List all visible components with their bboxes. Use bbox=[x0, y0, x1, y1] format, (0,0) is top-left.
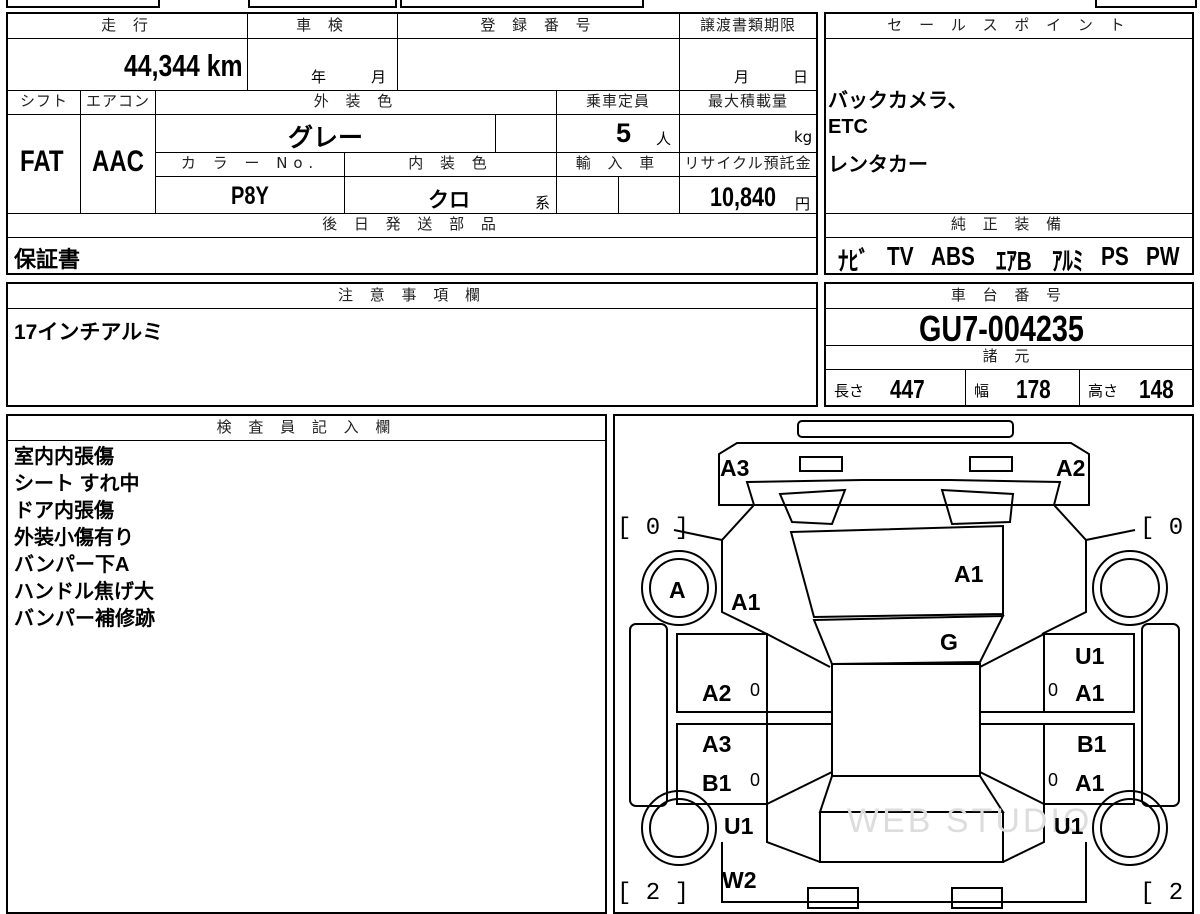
equipment-item: ｱﾙﾐ bbox=[1051, 246, 1083, 276]
transfer-deadline-label: 譲渡書類期限 bbox=[699, 16, 796, 34]
recycle-unit: 円 bbox=[795, 195, 811, 213]
top-strip bbox=[0, 0, 1200, 8]
shift-label: シフト bbox=[19, 92, 68, 110]
mark-right-rear-door-2: A1 bbox=[1075, 770, 1105, 796]
exterior-color-value: グレー bbox=[288, 124, 364, 152]
bracket-front-right: [ 0 ] bbox=[1140, 515, 1192, 542]
max-load-label: 最大積載量 bbox=[707, 92, 788, 110]
recycle-value: 10,840 bbox=[710, 182, 777, 212]
inspector-box: 検 査 員 記 入 欄 室内内張傷 シート すれ中 ドア内張傷 外装小傷有り バ… bbox=[6, 414, 607, 914]
inspector-notes: 室内内張傷 シート すれ中 ドア内張傷 外装小傷有り バンパー下A ハンドル焦げ… bbox=[14, 444, 155, 633]
later-parts-label: 後 日 発 送 部 品 bbox=[322, 215, 502, 233]
inspector-label: 検 査 員 記 入 欄 bbox=[216, 418, 397, 436]
inspector-line: ドア内張傷 bbox=[14, 500, 114, 522]
notes-box: 注 意 事 項 欄 17インチアルミ bbox=[6, 282, 818, 407]
door-mark: 0 bbox=[1048, 680, 1058, 700]
damage-diagram-box: WEB STUDIO [ 0 ] [ 0 ] [ 2 ] [ 2 ] A3 A2… bbox=[613, 414, 1194, 914]
sales-point-line: レンタカー bbox=[828, 154, 928, 176]
mark-front-left-corner: A3 bbox=[720, 455, 749, 481]
door-mark: 0 bbox=[750, 770, 760, 790]
mark-windshield: G bbox=[940, 629, 958, 655]
mark-left-front-door: A2 bbox=[702, 680, 731, 706]
inspector-line: バンパー補修跡 bbox=[14, 608, 155, 630]
mark-right-front-door-1: U1 bbox=[1075, 643, 1105, 669]
mark-rear: W2 bbox=[722, 867, 757, 893]
transfer-month-unit: 月 bbox=[734, 68, 750, 86]
capacity-unit: 人 bbox=[656, 130, 672, 148]
equipment-item: TV bbox=[887, 241, 915, 271]
inspection-month-unit: 月 bbox=[371, 68, 387, 86]
interior-color-label: 内 装 色 bbox=[408, 154, 493, 172]
exterior-color-label: 外 装 色 bbox=[313, 92, 399, 110]
sales-points-label: セ ー ル ス ポ イ ン ト bbox=[887, 16, 1131, 34]
bracket-rear-left: [ 2 ] bbox=[617, 880, 689, 907]
genuine-equipment-label: 純 正 装 備 bbox=[950, 215, 1068, 233]
height-value: 148 bbox=[1139, 374, 1174, 404]
equipment-item: PS bbox=[1100, 241, 1129, 271]
inspector-line: シート すれ中 bbox=[14, 473, 140, 495]
equipment-item: ｴｱB bbox=[996, 246, 1033, 276]
inspector-line: バンパー下A bbox=[14, 554, 130, 576]
inspector-line: ハンドル焦げ大 bbox=[14, 581, 154, 603]
mark-right-quarter: U1 bbox=[1054, 813, 1084, 839]
width-label: 幅 bbox=[974, 382, 990, 400]
ac-value: AAC bbox=[92, 145, 144, 178]
odometer-value: 44,344 km bbox=[124, 48, 243, 83]
width-value: 178 bbox=[1016, 374, 1051, 404]
length-value: 447 bbox=[890, 374, 925, 404]
equipment-list: ﾅﾋﾞ TV ABS ｴｱB ｱﾙﾐ PS PW bbox=[838, 241, 1188, 278]
sales-points-box: セ ー ル ス ポ イ ン ト バックカメラ、 ETC レンタカー 純 正 装 … bbox=[824, 12, 1194, 278]
recycle-label: リサイクル預託金 bbox=[684, 154, 812, 172]
inspection-label: 車 検 bbox=[296, 16, 349, 34]
transfer-day-unit: 日 bbox=[793, 68, 809, 86]
equipment-item: ﾅﾋﾞ bbox=[838, 246, 870, 276]
chassis-value: GU7-004235 bbox=[919, 308, 1084, 349]
mark-left-quarter: U1 bbox=[724, 813, 754, 839]
interior-color-suffix: 系 bbox=[535, 194, 551, 212]
inspection-year-unit: 年 bbox=[311, 68, 327, 86]
odometer-label: 走 行 bbox=[101, 16, 154, 34]
mark-front-right-corner: A2 bbox=[1056, 455, 1085, 481]
chassis-label: 車 台 番 号 bbox=[950, 286, 1068, 304]
mark-left-front-wheel: A bbox=[669, 577, 686, 603]
sales-point-line: ETC bbox=[828, 116, 868, 138]
chassis-box: 車 台 番 号 GU7-004235 諸 元 長さ 447 幅 178 高さ 1… bbox=[824, 282, 1194, 407]
color-no-label: カ ラ ー No. bbox=[180, 154, 320, 172]
notes-label: 注 意 事 項 欄 bbox=[337, 286, 487, 304]
mark-left-rear-door-2: B1 bbox=[702, 770, 732, 796]
equipment-item: ABS bbox=[931, 241, 975, 271]
ac-label: エアコン bbox=[85, 92, 150, 110]
height-label: 高さ bbox=[1088, 382, 1119, 400]
bracket-front-left: [ 0 ] bbox=[617, 515, 689, 542]
interior-color-value: クロ bbox=[428, 189, 470, 212]
inspector-line: 外装小傷有り bbox=[14, 527, 134, 549]
registration-label: 登 録 番 号 bbox=[480, 16, 597, 34]
mark-right-rear-door-1: B1 bbox=[1077, 731, 1107, 757]
length-label: 長さ bbox=[834, 382, 865, 400]
vehicle-info-table: 走 行 車 検 登 録 番 号 譲渡書類期限 44,344 km 年 月 月 日… bbox=[6, 12, 818, 275]
max-load-unit: kg bbox=[794, 128, 813, 146]
later-parts-value: 保証書 bbox=[14, 247, 81, 272]
bracket-rear-right: [ 2 ] bbox=[1140, 880, 1192, 907]
specs-label: 諸 元 bbox=[982, 347, 1036, 365]
color-no-value: P8Y bbox=[231, 182, 269, 210]
car-damage-diagram: WEB STUDIO [ 0 ] [ 0 ] [ 2 ] [ 2 ] A3 A2… bbox=[617, 420, 1192, 909]
sales-point-line: バックカメラ、 bbox=[828, 90, 968, 112]
equipment-item: PW bbox=[1146, 241, 1180, 271]
door-mark: 0 bbox=[1048, 770, 1058, 790]
import-label: 輸 入 車 bbox=[575, 154, 661, 172]
notes-text: 17インチアルミ bbox=[14, 321, 164, 344]
capacity-value: 5 bbox=[616, 118, 632, 148]
capacity-label: 乗車定員 bbox=[585, 92, 650, 110]
mark-left-fender: A1 bbox=[731, 589, 761, 615]
mark-hood: A1 bbox=[954, 561, 984, 587]
mark-left-rear-door-1: A3 bbox=[702, 731, 731, 757]
inspector-line: 室内内張傷 bbox=[14, 446, 114, 468]
mark-right-front-door-2: A1 bbox=[1075, 680, 1105, 706]
shift-value: FAT bbox=[20, 145, 64, 178]
door-mark: 0 bbox=[750, 680, 760, 700]
